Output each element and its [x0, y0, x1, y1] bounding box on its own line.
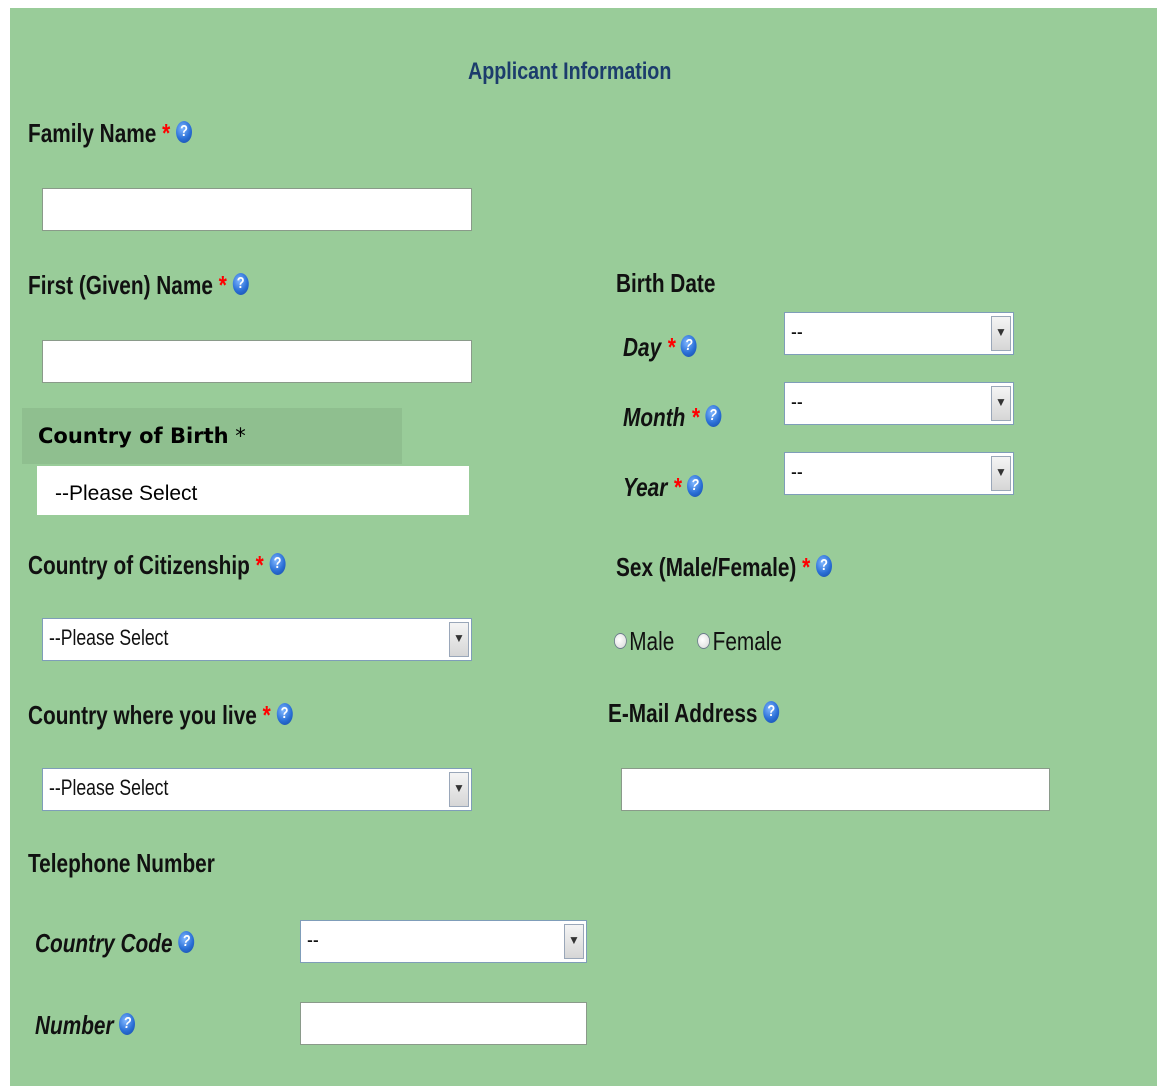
required-marker: * — [218, 270, 227, 300]
chevron-down-icon[interactable]: ▼ — [991, 386, 1011, 421]
country-of-birth-label: Country of Birth * — [38, 424, 246, 448]
required-marker: * — [255, 550, 264, 580]
sex-label-text: Sex (Male/Female) — [616, 552, 797, 582]
help-icon[interactable]: ? — [176, 121, 192, 143]
help-icon[interactable]: ? — [269, 553, 286, 575]
country-code-selected: -- — [307, 927, 319, 952]
chevron-down-icon[interactable]: ▼ — [449, 772, 469, 807]
birth-day-select[interactable]: -- ▼ — [784, 312, 1014, 355]
required-marker: * — [262, 700, 271, 730]
sex-label: Sex (Male/Female) * ? — [616, 552, 833, 582]
country-code-label-text: Country Code — [35, 928, 173, 958]
country-of-birth-label-text: Country of Birth — [38, 424, 229, 448]
first-name-input[interactable] — [42, 340, 472, 383]
required-marker: * — [802, 552, 811, 582]
radio-male[interactable] — [614, 633, 627, 650]
sex-option-female-label: Female — [712, 626, 782, 656]
first-name-label-text: First (Given) Name — [28, 270, 213, 300]
family-name-label-text: Family Name — [28, 118, 157, 148]
help-icon[interactable]: ? — [763, 701, 780, 723]
required-marker: * — [691, 402, 700, 432]
residence-label: Country where you live * ? — [28, 700, 293, 730]
required-marker: * — [673, 472, 682, 502]
country-of-birth-selected: --Please Select — [55, 482, 198, 505]
number-label-text: Number — [35, 1010, 114, 1040]
chevron-down-icon[interactable]: ▼ — [991, 316, 1011, 351]
chevron-down-icon[interactable]: ▼ — [449, 622, 469, 657]
month-label-text: Month — [623, 402, 686, 432]
month-label: Month * ? — [623, 402, 722, 432]
country-of-birth-select[interactable]: --Please Select — [37, 466, 469, 515]
residence-selected: --Please Select — [49, 775, 169, 800]
email-input[interactable] — [621, 768, 1050, 811]
help-icon[interactable]: ? — [687, 475, 704, 497]
family-name-input[interactable] — [42, 188, 472, 231]
residence-label-text: Country where you live — [28, 700, 257, 730]
required-marker: * — [235, 424, 246, 448]
telephone-heading: Telephone Number — [28, 848, 215, 878]
citizenship-selected: --Please Select — [49, 625, 169, 650]
phone-number-input[interactable] — [300, 1002, 587, 1045]
country-code-select[interactable]: -- ▼ — [300, 920, 587, 963]
help-icon[interactable]: ? — [816, 555, 833, 577]
birth-day-selected: -- — [791, 319, 803, 344]
required-marker: * — [666, 332, 676, 362]
year-label: Year * ? — [623, 472, 704, 502]
year-label-text: Year — [623, 472, 668, 502]
help-icon[interactable]: ? — [705, 405, 722, 427]
sex-radio-group: Male Female — [614, 626, 782, 657]
sex-option-female[interactable]: Female — [697, 626, 782, 656]
citizenship-select[interactable]: --Please Select ▼ — [42, 618, 472, 661]
chevron-down-icon[interactable]: ▼ — [991, 456, 1011, 491]
help-icon[interactable]: ? — [178, 931, 195, 953]
birth-year-select[interactable]: -- ▼ — [784, 452, 1014, 495]
email-label-text: E-Mail Address — [608, 698, 758, 728]
chevron-down-icon[interactable]: ▼ — [564, 924, 584, 959]
help-icon[interactable]: ? — [680, 335, 697, 357]
help-icon[interactable]: ? — [232, 273, 249, 295]
birth-month-select[interactable]: -- ▼ — [784, 382, 1014, 425]
country-code-label: Country Code ? — [35, 928, 195, 958]
day-label: Day * ? — [623, 332, 697, 362]
birth-date-heading: Birth Date — [616, 268, 716, 298]
required-marker: * — [162, 118, 171, 148]
applicant-form-panel: Applicant Information Family Name * ? Fi… — [10, 8, 1157, 1086]
section-title: Applicant Information — [468, 58, 672, 85]
citizenship-label-text: Country of Citizenship — [28, 550, 250, 580]
number-label: Number ? — [35, 1010, 136, 1040]
birth-month-selected: -- — [791, 389, 803, 414]
first-name-label: First (Given) Name * ? — [28, 270, 249, 300]
family-name-label: Family Name * ? — [28, 118, 192, 148]
email-label: E-Mail Address ? — [608, 698, 780, 728]
residence-select[interactable]: --Please Select ▼ — [42, 768, 472, 811]
help-icon[interactable]: ? — [276, 703, 293, 725]
sex-option-male[interactable]: Male — [614, 626, 674, 656]
radio-female[interactable] — [697, 633, 711, 650]
birth-year-selected: -- — [791, 459, 803, 484]
citizenship-label: Country of Citizenship * ? — [28, 550, 286, 580]
day-label-text: Day — [623, 332, 662, 362]
help-icon[interactable]: ? — [119, 1013, 136, 1035]
sex-option-male-label: Male — [629, 626, 675, 656]
